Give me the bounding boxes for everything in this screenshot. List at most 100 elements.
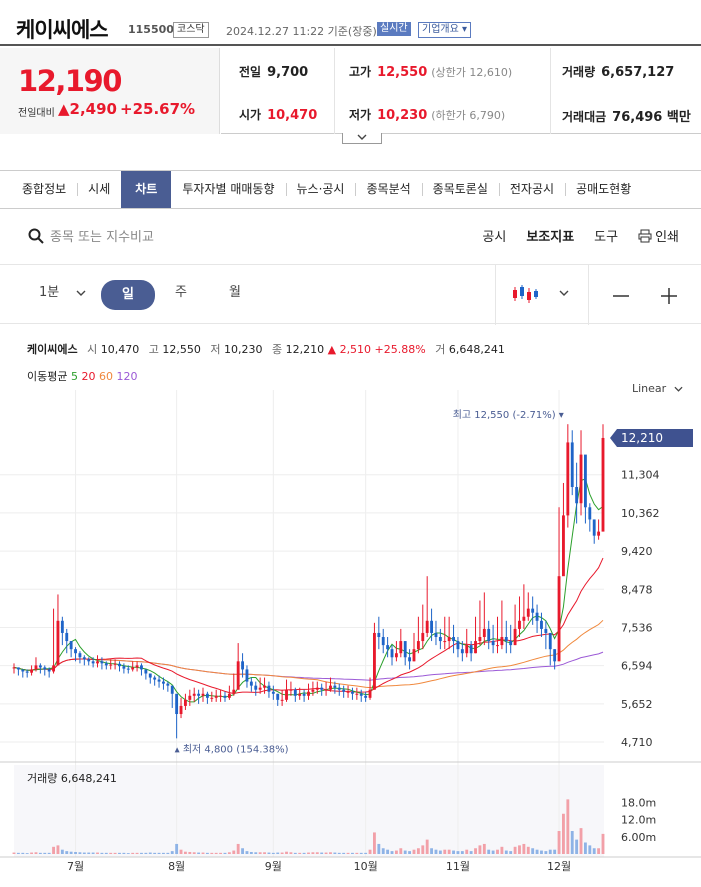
- volume-bar: [491, 850, 495, 854]
- volume-bar: [131, 852, 135, 854]
- volume-bar: [438, 850, 442, 854]
- volume-bar: [513, 846, 517, 854]
- candle-body: [153, 677, 157, 680]
- tab-overview[interactable]: 종합정보: [11, 171, 77, 208]
- print-button[interactable]: 인쇄: [638, 226, 679, 245]
- volume-bar: [38, 852, 42, 854]
- candle-body: [135, 665, 139, 668]
- candle-body: [333, 685, 337, 688]
- tab-quotes[interactable]: 시세: [77, 171, 121, 208]
- company-info-button[interactable]: 기업개요 ▾: [418, 22, 471, 38]
- candle-body: [355, 693, 359, 695]
- y-tick-label: 8,478: [621, 583, 653, 596]
- candle-body: [78, 653, 82, 658]
- volume-bar: [122, 852, 126, 854]
- volume-bar: [267, 852, 271, 854]
- volume-bar: [518, 845, 521, 854]
- compare-search[interactable]: 종목 또는 지수비교: [28, 226, 154, 245]
- stock-name: 케이씨에스: [16, 18, 109, 42]
- candle-body: [258, 687, 262, 690]
- candle-body: [56, 620, 60, 666]
- volume-bar: [333, 852, 337, 854]
- candle-body: [465, 645, 469, 654]
- volume-bar: [113, 852, 117, 854]
- volume-bar: [280, 852, 284, 854]
- candle-body: [522, 616, 526, 621]
- volume-bar: [276, 852, 280, 854]
- candle-body: [122, 666, 126, 669]
- stat-open: 시가 10,470: [239, 108, 318, 123]
- interval-day[interactable]: 일: [101, 280, 155, 310]
- zoom-out-icon[interactable]: [612, 287, 630, 305]
- volume-bar: [135, 852, 139, 854]
- stats-panel: 전일 9,700 고가 12,550 (상한가 12,610) 거래량 6,657,12…: [221, 48, 701, 134]
- volume-bar: [236, 843, 240, 854]
- candle-body: [377, 632, 381, 638]
- disclosure-button[interactable]: 공시: [482, 226, 506, 245]
- volume-bar: [562, 813, 565, 854]
- volume-bar: [21, 852, 25, 854]
- volume-bar: [263, 852, 266, 854]
- tab-short-selling[interactable]: 공매도현황: [565, 171, 642, 208]
- volume-bar: [416, 848, 420, 854]
- volume-bar: [245, 851, 249, 854]
- candle-body: [60, 620, 64, 633]
- candle-body: [148, 673, 152, 678]
- candle-body: [280, 699, 284, 701]
- volume-bar: [570, 831, 574, 854]
- candle-body: [157, 679, 161, 682]
- volume-bar: [16, 852, 20, 854]
- volume-bar: [175, 843, 179, 854]
- candle-body: [179, 705, 183, 715]
- zoom-in-icon[interactable]: [660, 287, 678, 305]
- chevron-down-icon[interactable]: [559, 290, 569, 296]
- x-tick-label: 11월: [446, 860, 470, 873]
- candle-body: [232, 689, 236, 694]
- candle-body: [368, 689, 372, 698]
- tab-disclosure[interactable]: 전자공시: [498, 171, 565, 208]
- change-percent: +25.67%: [120, 100, 196, 118]
- candle-body: [359, 693, 363, 696]
- tools-button[interactable]: 도구: [594, 226, 618, 245]
- indicators-button[interactable]: 보조지표: [526, 226, 574, 245]
- volume-bar: [56, 845, 60, 854]
- realtime-badge[interactable]: 실시간: [377, 22, 411, 36]
- stat-volume: 거래량 6,657,127: [562, 65, 675, 80]
- stat-high: 고가 12,550 (상한가 12,610): [349, 65, 513, 80]
- interval-minute[interactable]: 1분: [39, 281, 59, 300]
- volume-bar: [324, 852, 328, 854]
- tab-analysis[interactable]: 종목분석: [355, 171, 421, 208]
- tab-discussion[interactable]: 종목토론실: [421, 171, 499, 208]
- volume-bar: [368, 849, 372, 854]
- volume-bar: [302, 852, 306, 854]
- chevron-down-icon[interactable]: [76, 290, 86, 296]
- candle-body: [513, 628, 517, 646]
- price-chart[interactable]: 11,304 10,362 9,420 8,478 7,536 6,594 5,652 4,7…: [0, 390, 701, 887]
- collapse-toggle-button[interactable]: [342, 133, 382, 144]
- tab-chart[interactable]: 차트: [121, 171, 172, 208]
- change-label: 전일대비: [18, 108, 55, 119]
- volume-bar: [179, 849, 183, 854]
- interval-week[interactable]: 주: [175, 281, 187, 300]
- candle-body: [276, 693, 280, 700]
- interval-month[interactable]: 월: [229, 281, 241, 300]
- volume-bar: [557, 831, 561, 854]
- candlestick-type-icon[interactable]: [512, 283, 538, 305]
- y-tick-label: 9,420: [621, 545, 653, 558]
- volume-bar: [583, 842, 587, 854]
- search-icon: [28, 228, 44, 244]
- volume-bar: [526, 846, 530, 854]
- volume-bar: [597, 848, 601, 854]
- tab-news[interactable]: 뉴스·공시: [285, 171, 356, 208]
- x-tick-label: 10월: [354, 860, 378, 873]
- volume-bar: [474, 848, 477, 854]
- tab-investor-trading[interactable]: 투자자별 매매동향: [171, 171, 285, 208]
- candle-body: [38, 665, 42, 668]
- candle-body: [548, 632, 552, 650]
- volume-bar: [320, 852, 324, 854]
- candle-body: [241, 661, 244, 670]
- volume-bar: [359, 852, 363, 854]
- candle-body: [201, 693, 205, 696]
- candle-body: [390, 649, 394, 658]
- volume-bar: [289, 852, 293, 854]
